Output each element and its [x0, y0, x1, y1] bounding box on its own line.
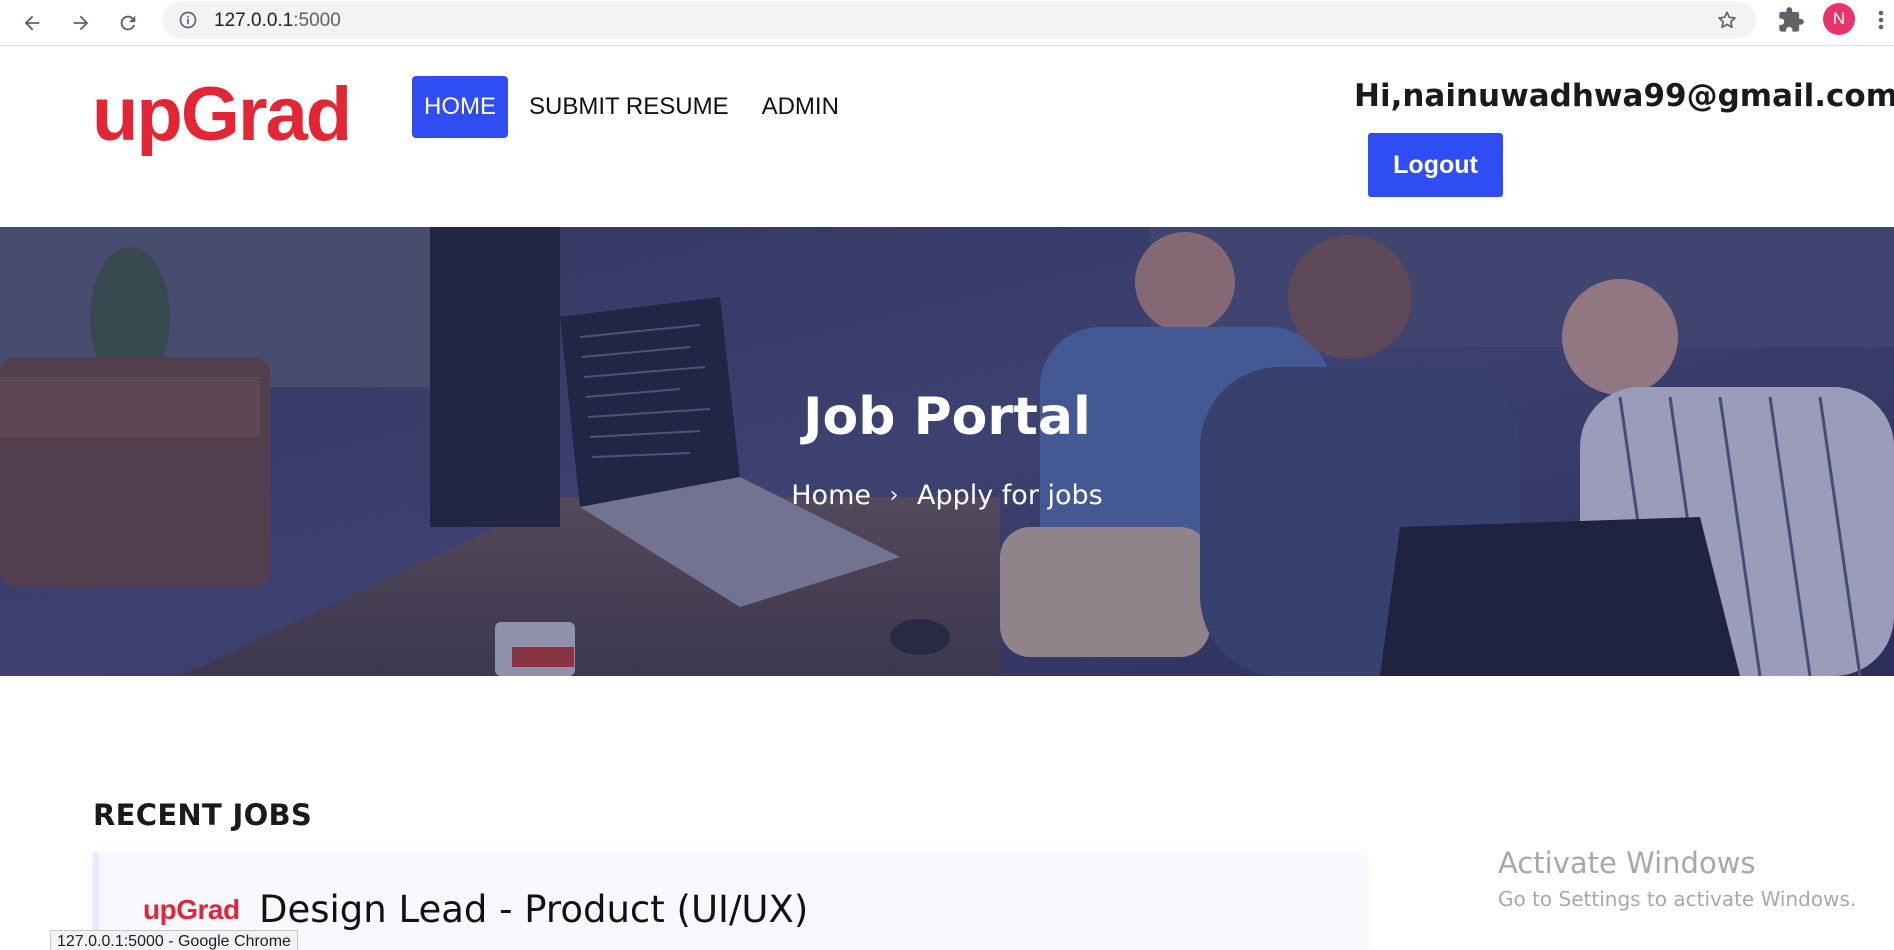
- menu-kebab-icon[interactable]: [1875, 6, 1887, 34]
- url-port: :5000: [293, 10, 341, 31]
- url-text: 127.0.0.1:5000: [214, 10, 341, 32]
- hero-banner: Job Portal Home › Apply for jobs: [0, 227, 1894, 676]
- arrow-left-icon: [24, 15, 40, 31]
- breadcrumb-home[interactable]: Home: [791, 480, 871, 511]
- nav-admin[interactable]: ADMIN: [750, 76, 851, 138]
- forward-button[interactable]: [64, 6, 98, 40]
- breadcrumb-current: Apply for jobs: [916, 480, 1103, 511]
- browser-status-bubble: 127.0.0.1:5000 - Google Chrome: [50, 930, 298, 950]
- address-bar[interactable]: 127.0.0.1:5000: [162, 1, 1756, 39]
- reload-button[interactable]: [111, 6, 145, 40]
- recent-jobs-heading: RECENT JOBS: [93, 798, 313, 832]
- reload-icon: [120, 15, 136, 31]
- nav-home[interactable]: HOME: [412, 76, 508, 138]
- extensions-puzzle-icon[interactable]: [1777, 6, 1805, 34]
- page-title: Job Portal: [803, 387, 1091, 447]
- bookmark-star-icon[interactable]: [1716, 9, 1738, 31]
- info-icon[interactable]: [178, 10, 198, 30]
- job-title[interactable]: Design Lead - Product (UI/UX): [259, 888, 808, 931]
- arrow-right-icon: [73, 15, 89, 31]
- hero-overlay: [0, 227, 1894, 676]
- activate-windows-subtitle: Go to Settings to activate Windows.: [1498, 887, 1857, 911]
- brand-logo[interactable]: upGrad: [92, 70, 352, 160]
- back-button[interactable]: [15, 6, 49, 40]
- profile-avatar[interactable]: N: [1823, 3, 1855, 35]
- user-greeting: Hi,nainuwadhwa99@gmail.com: [1354, 78, 1894, 114]
- chevron-right-icon: ›: [889, 483, 899, 508]
- logout-button[interactable]: Logout: [1368, 133, 1503, 197]
- url-host: 127.0.0.1: [214, 10, 294, 31]
- company-logo: upGrad: [143, 894, 240, 925]
- main-nav: HOME SUBMIT RESUME ADMIN: [412, 76, 860, 138]
- activate-windows-title: Activate Windows: [1498, 846, 1756, 880]
- nav-submit-resume[interactable]: SUBMIT RESUME: [517, 76, 741, 138]
- site-header: upGrad HOME SUBMIT RESUME ADMIN Hi,nainu…: [0, 46, 1894, 227]
- breadcrumb: Home › Apply for jobs: [0, 479, 1894, 511]
- browser-toolbar: 127.0.0.1:5000 N: [0, 0, 1894, 46]
